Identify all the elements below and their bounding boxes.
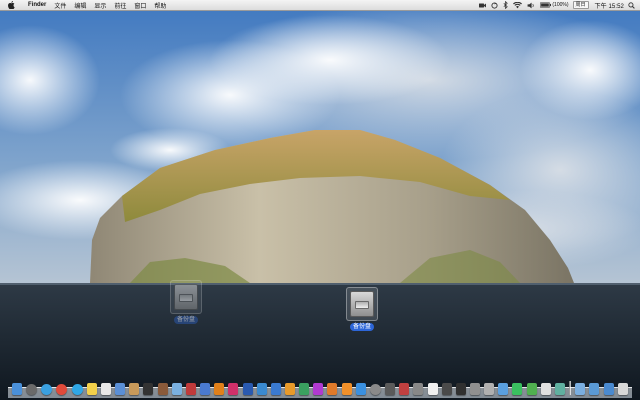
menu-bar: Finder 文件 编辑 显示 前往 窗口 帮助 (100%) 周日 下午 15… xyxy=(0,0,640,11)
menu-clock[interactable]: 下午 15:52 xyxy=(595,1,624,10)
keynote-icon[interactable] xyxy=(270,383,281,395)
spotlight-search-icon[interactable] xyxy=(627,1,636,10)
ibooks-icon[interactable] xyxy=(327,383,338,395)
finder-icon[interactable] xyxy=(12,383,22,395)
console-icon[interactable] xyxy=(455,383,466,395)
dock xyxy=(8,376,632,398)
wifi-status-icon[interactable] xyxy=(513,1,523,9)
calculator-icon[interactable] xyxy=(413,383,424,395)
illustrator-icon[interactable] xyxy=(214,383,225,395)
hard-drive-icon xyxy=(346,287,378,321)
volume-status-icon[interactable] xyxy=(527,2,535,9)
camera-status-icon[interactable] xyxy=(479,3,487,8)
indesign-icon[interactable] xyxy=(228,383,239,395)
apple-icon[interactable] xyxy=(8,1,18,9)
menu-edit[interactable]: 编辑 xyxy=(74,1,86,10)
dock-items xyxy=(12,380,628,395)
calendar-icon[interactable] xyxy=(100,383,111,395)
battery-icon xyxy=(540,2,552,8)
folder-icon[interactable] xyxy=(575,383,586,395)
desktop-wallpaper xyxy=(0,0,640,400)
photo-booth-icon[interactable] xyxy=(185,383,196,395)
app-menu-finder[interactable]: Finder xyxy=(28,2,46,8)
trash-icon[interactable] xyxy=(617,383,628,395)
desktop-drive-ghost[interactable]: 备份盘 xyxy=(170,280,202,324)
photoshop-icon[interactable] xyxy=(242,383,253,395)
drive-label: 备份盘 xyxy=(173,316,198,324)
itunes-icon[interactable] xyxy=(313,383,324,395)
xcode-icon[interactable] xyxy=(200,383,211,395)
maps-icon[interactable] xyxy=(554,383,565,395)
preview-icon[interactable] xyxy=(171,383,182,395)
iphoto-icon[interactable] xyxy=(498,383,509,395)
font-book-icon[interactable] xyxy=(484,383,495,395)
game-icon[interactable] xyxy=(385,383,396,395)
textedit-icon[interactable] xyxy=(427,383,438,395)
disk-utility-icon[interactable] xyxy=(470,383,480,395)
hard-drive-icon xyxy=(170,280,202,314)
system-preferences-icon[interactable] xyxy=(369,384,381,395)
menu-help[interactable]: 帮助 xyxy=(154,1,166,10)
qq-icon[interactable] xyxy=(71,384,83,395)
user-menu[interactable]: 周日 xyxy=(572,1,589,9)
network-icon[interactable] xyxy=(256,383,267,395)
mail-icon[interactable] xyxy=(115,383,126,395)
video-icon[interactable] xyxy=(399,383,410,395)
terminal-icon[interactable] xyxy=(143,383,154,395)
pages-icon[interactable] xyxy=(284,383,295,395)
launchpad-icon[interactable] xyxy=(26,384,38,395)
notes-icon[interactable] xyxy=(86,383,97,395)
bluetooth-status-icon[interactable] xyxy=(503,1,509,9)
drive-label: 备份盘 xyxy=(349,323,374,331)
downloads-icon[interactable] xyxy=(603,383,614,395)
menu-file[interactable]: 文件 xyxy=(54,1,66,10)
messages-icon[interactable] xyxy=(512,383,523,395)
activity-monitor-icon[interactable] xyxy=(441,383,452,395)
facetime-icon[interactable] xyxy=(526,383,537,395)
menu-view[interactable]: 显示 xyxy=(94,1,106,10)
sync-status-icon[interactable] xyxy=(491,1,498,9)
reminders-icon[interactable] xyxy=(540,383,551,395)
battery-status[interactable]: (100%) xyxy=(540,2,569,8)
dictionary-icon[interactable] xyxy=(157,383,168,395)
battery-percent: (100%) xyxy=(552,2,569,8)
app-store-icon[interactable] xyxy=(355,383,366,395)
numbers-icon[interactable] xyxy=(299,383,310,395)
contacts-icon[interactable] xyxy=(129,383,140,395)
desktop-drive-selected[interactable]: 备份盘 xyxy=(346,287,378,331)
dock-separator xyxy=(569,381,572,395)
chrome-icon[interactable] xyxy=(56,384,68,395)
vlc-icon[interactable] xyxy=(341,383,352,395)
safari-icon[interactable] xyxy=(41,384,53,395)
documents-icon[interactable] xyxy=(589,383,600,395)
menu-go[interactable]: 前往 xyxy=(114,1,126,10)
menu-window[interactable]: 窗口 xyxy=(134,1,146,10)
